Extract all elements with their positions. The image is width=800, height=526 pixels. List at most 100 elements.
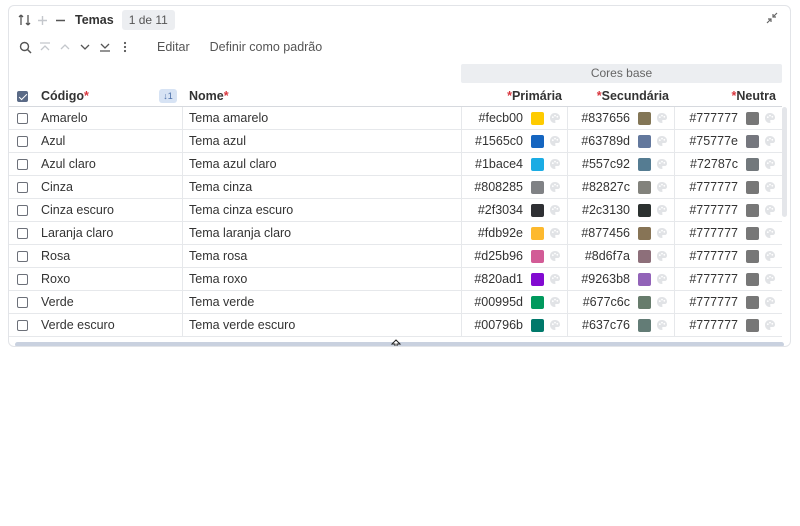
chevron-up-icon[interactable] (55, 38, 75, 56)
secondary-color-cell[interactable]: #837656 (568, 107, 675, 129)
code-cell[interactable]: Rosa (35, 245, 183, 267)
palette-icon[interactable] (549, 181, 561, 193)
palette-icon[interactable] (549, 319, 561, 331)
code-cell[interactable]: Verde escuro (35, 314, 183, 336)
row-checkbox[interactable] (16, 296, 28, 308)
row-checkbox[interactable] (16, 112, 28, 124)
row-select-cell[interactable] (9, 314, 35, 336)
row-checkbox[interactable] (16, 227, 28, 239)
code-cell[interactable]: Laranja claro (35, 222, 183, 244)
palette-icon[interactable] (764, 135, 776, 147)
palette-icon[interactable] (764, 181, 776, 193)
palette-icon[interactable] (656, 319, 668, 331)
palette-icon[interactable] (656, 296, 668, 308)
palette-icon[interactable] (549, 227, 561, 239)
column-header-neutral[interactable]: * Neutra (675, 86, 782, 106)
palette-icon[interactable] (549, 158, 561, 170)
secondary-color-cell[interactable]: #9263b8 (568, 268, 675, 290)
table-row[interactable]: Cinza Tema cinza #808285 #82827c #777777 (9, 176, 782, 199)
row-select-cell[interactable] (9, 245, 35, 267)
minus-icon[interactable] (51, 11, 69, 29)
palette-icon[interactable] (764, 319, 776, 331)
secondary-color-cell[interactable]: #8d6f7a (568, 245, 675, 267)
secondary-color-cell[interactable]: #677c6c (568, 291, 675, 313)
palette-icon[interactable] (549, 273, 561, 285)
palette-icon[interactable] (764, 273, 776, 285)
name-cell[interactable]: Tema amarelo (183, 107, 462, 129)
palette-icon[interactable] (764, 227, 776, 239)
name-cell[interactable]: Tema azul (183, 130, 462, 152)
palette-icon[interactable] (656, 204, 668, 216)
primary-color-cell[interactable]: #808285 (462, 176, 568, 198)
palette-icon[interactable] (656, 112, 668, 124)
secondary-color-cell[interactable]: #82827c (568, 176, 675, 198)
table-row[interactable]: Verde escuro Tema verde escuro #00796b #… (9, 314, 782, 337)
primary-color-cell[interactable]: #d25b96 (462, 245, 568, 267)
code-cell[interactable]: Cinza escuro (35, 199, 183, 221)
neutral-color-cell[interactable]: #75777e (675, 130, 782, 152)
secondary-color-cell[interactable]: #877456 (568, 222, 675, 244)
code-cell[interactable]: Roxo (35, 268, 183, 290)
row-checkbox[interactable] (16, 158, 28, 170)
sort-ascending-badge[interactable]: ↓1 (159, 89, 177, 103)
vertical-scrollbar[interactable] (782, 107, 787, 217)
name-cell[interactable]: Tema azul claro (183, 153, 462, 175)
plus-icon[interactable] (33, 11, 51, 29)
palette-icon[interactable] (656, 158, 668, 170)
palette-icon[interactable] (656, 135, 668, 147)
table-row[interactable]: Azul claro Tema azul claro #1bace4 #557c… (9, 153, 782, 176)
primary-color-cell[interactable]: #820ad1 (462, 268, 568, 290)
code-cell[interactable]: Cinza (35, 176, 183, 198)
palette-icon[interactable] (656, 227, 668, 239)
select-all-cell[interactable] (9, 86, 35, 106)
name-cell[interactable]: Tema roxo (183, 268, 462, 290)
row-checkbox[interactable] (16, 250, 28, 262)
palette-icon[interactable] (764, 204, 776, 216)
edit-button[interactable]: Editar (157, 40, 190, 54)
palette-icon[interactable] (549, 135, 561, 147)
row-select-cell[interactable] (9, 153, 35, 175)
chevron-down-icon[interactable] (75, 38, 95, 56)
primary-color-cell[interactable]: #00995d (462, 291, 568, 313)
row-checkbox[interactable] (16, 273, 28, 285)
table-row[interactable]: Laranja claro Tema laranja claro #fdb92e… (9, 222, 782, 245)
name-cell[interactable]: Tema verde (183, 291, 462, 313)
primary-color-cell[interactable]: #fecb00 (462, 107, 568, 129)
refresh-icon[interactable] (15, 11, 33, 29)
primary-color-cell[interactable]: #fdb92e (462, 222, 568, 244)
column-header-primary[interactable]: * Primária (462, 86, 568, 106)
more-vertical-icon[interactable] (115, 38, 135, 56)
table-row[interactable]: Amarelo Tema amarelo #fecb00 #837656 #77… (9, 107, 782, 130)
last-icon[interactable] (95, 38, 115, 56)
neutral-color-cell[interactable]: #777777 (675, 222, 782, 244)
palette-icon[interactable] (549, 250, 561, 262)
name-cell[interactable]: Tema rosa (183, 245, 462, 267)
palette-icon[interactable] (764, 158, 776, 170)
table-row[interactable]: Rosa Tema rosa #d25b96 #8d6f7a #777777 (9, 245, 782, 268)
column-header-code[interactable]: Código * ↓1 (35, 86, 183, 106)
name-cell[interactable]: Tema verde escuro (183, 314, 462, 336)
palette-icon[interactable] (549, 112, 561, 124)
column-header-secondary[interactable]: * Secundária (568, 86, 675, 106)
palette-icon[interactable] (764, 112, 776, 124)
secondary-color-cell[interactable]: #63789d (568, 130, 675, 152)
palette-icon[interactable] (656, 181, 668, 193)
palette-icon[interactable] (549, 204, 561, 216)
code-cell[interactable]: Azul claro (35, 153, 183, 175)
row-select-cell[interactable] (9, 107, 35, 129)
neutral-color-cell[interactable]: #777777 (675, 199, 782, 221)
row-checkbox[interactable] (16, 204, 28, 216)
palette-icon[interactable] (764, 250, 776, 262)
row-select-cell[interactable] (9, 176, 35, 198)
name-cell[interactable]: Tema cinza (183, 176, 462, 198)
neutral-color-cell[interactable]: #777777 (675, 176, 782, 198)
palette-icon[interactable] (656, 250, 668, 262)
code-cell[interactable]: Amarelo (35, 107, 183, 129)
record-pager[interactable]: 1 de 11 (121, 10, 175, 30)
table-row[interactable]: Azul Tema azul #1565c0 #63789d #75777e (9, 130, 782, 153)
neutral-color-cell[interactable]: #777777 (675, 245, 782, 267)
row-select-cell[interactable] (9, 130, 35, 152)
primary-color-cell[interactable]: #00796b (462, 314, 568, 336)
neutral-color-cell[interactable]: #72787c (675, 153, 782, 175)
row-select-cell[interactable] (9, 268, 35, 290)
